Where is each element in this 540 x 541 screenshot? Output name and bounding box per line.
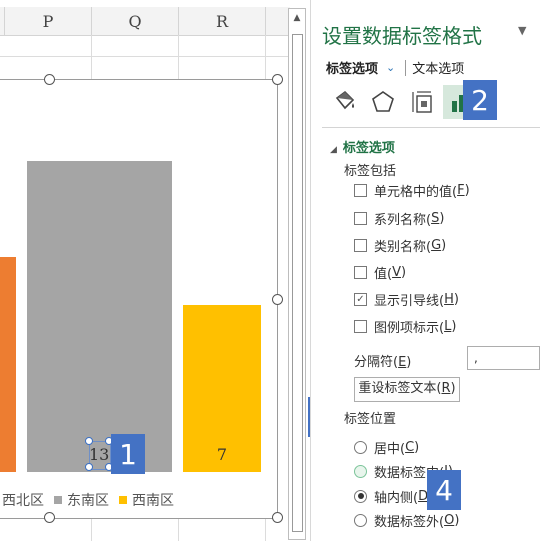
row-gridline xyxy=(0,56,290,57)
reset-label-text-button[interactable]: 重设标签文本(R) xyxy=(354,377,460,402)
checkbox-option[interactable]: 值(V) xyxy=(354,262,406,282)
chart-legend[interactable]: 西北区 东南区 西南区 xyxy=(0,490,174,510)
checkbox-option[interactable]: ✓ 显示引导线(H) xyxy=(354,289,459,309)
checkbox-icon[interactable] xyxy=(354,183,367,197)
effects-pentagon-icon[interactable] xyxy=(365,85,401,119)
checkbox-option[interactable]: 类别名称(G) xyxy=(354,235,446,255)
column-header-r[interactable]: R xyxy=(179,7,266,36)
tab-text-options[interactable]: 文本选项 xyxy=(412,58,464,77)
column-header-s[interactable] xyxy=(266,7,290,36)
label-contains-heading: 标签包括 xyxy=(344,164,397,179)
column-header-q[interactable]: Q xyxy=(92,7,179,36)
column-header-p[interactable]: P xyxy=(5,7,92,36)
chevron-down-icon[interactable]: ⌄ xyxy=(386,61,395,74)
checkbox-option[interactable]: 单元格中的值(F) xyxy=(354,180,470,200)
chart-resize-handle[interactable] xyxy=(272,74,283,85)
radio-option[interactable]: 轴内侧(D) xyxy=(354,486,433,506)
checkbox-label: 图例项标示( xyxy=(374,320,445,336)
label-position-heading: 标签位置 xyxy=(344,412,397,427)
radio-icon[interactable] xyxy=(354,464,367,478)
bar-northwest[interactable] xyxy=(0,257,16,472)
radio-selected-icon[interactable] xyxy=(354,489,367,503)
radio-option[interactable]: 数据标签外(O) xyxy=(354,510,459,530)
data-label-southwest[interactable]: 7 xyxy=(183,445,261,464)
section-header-label-options[interactable]: ◢ 标签选项 xyxy=(330,137,395,156)
separator-label: 分隔符(E) xyxy=(354,355,412,370)
pane-tabs: 标签选项 ⌄ 文本选项 xyxy=(326,58,464,77)
format-data-labels-pane xyxy=(310,0,540,541)
tab-label-options[interactable]: 标签选项 xyxy=(326,58,378,77)
radio-label: 数据标签外( xyxy=(374,514,445,530)
legend-item-northwest: 西北区 xyxy=(2,493,44,509)
checkbox-option[interactable]: 系列名称(S) xyxy=(354,208,444,228)
radio-icon[interactable] xyxy=(354,513,367,527)
data-label-southeast[interactable]: 13 xyxy=(89,445,109,464)
tab-divider xyxy=(405,59,407,76)
checkbox-icon[interactable] xyxy=(354,319,367,333)
radio-label: 轴内侧( xyxy=(374,490,419,506)
pane-icon-bar xyxy=(326,84,482,120)
pane-title: 设置数据标签格式 xyxy=(322,24,482,48)
vertical-scrollbar[interactable]: ▲ xyxy=(288,8,306,540)
pane-divider xyxy=(322,127,540,128)
collapse-triangle-icon[interactable]: ◢ xyxy=(330,145,337,155)
chart-resize-handle[interactable] xyxy=(272,512,283,523)
pane-menu-chevron-icon[interactable]: ▼ xyxy=(518,24,526,37)
checkbox-option[interactable]: 图例项标示(L) xyxy=(354,316,456,336)
fill-line-icon[interactable] xyxy=(326,85,362,119)
chart-resize-handle[interactable] xyxy=(44,74,55,85)
size-properties-icon[interactable] xyxy=(404,85,440,119)
checkbox-label: 类别名称( xyxy=(374,239,432,255)
radio-label: 居中( xyxy=(374,441,406,457)
checkbox-label: 值( xyxy=(374,266,393,282)
callout-badge-2: 2 xyxy=(463,80,497,120)
scrollbar-thumb[interactable] xyxy=(292,34,303,532)
chart-resize-handle[interactable] xyxy=(44,512,55,523)
label-handle[interactable] xyxy=(85,437,93,445)
separator-dropdown[interactable]: , xyxy=(467,346,540,370)
checkbox-label: 单元格中的值( xyxy=(374,184,458,200)
radio-icon[interactable] xyxy=(354,440,367,454)
legend-item-southwest: 西南区 xyxy=(132,493,174,509)
checkbox-icon[interactable] xyxy=(354,265,367,279)
legend-swatch-southwest xyxy=(119,496,127,504)
section-title: 标签选项 xyxy=(342,141,395,156)
checkbox-label: 显示引导线( xyxy=(374,293,445,309)
checkbox-checked-icon[interactable]: ✓ xyxy=(354,292,367,306)
checkbox-icon[interactable] xyxy=(354,211,367,225)
legend-swatch-southeast xyxy=(54,496,62,504)
checkbox-label: 系列名称( xyxy=(374,212,432,228)
callout-badge-4: 4 xyxy=(427,470,461,510)
scroll-up-arrow-icon[interactable]: ▲ xyxy=(289,11,305,25)
radio-option[interactable]: 居中(C) xyxy=(354,437,419,457)
callout-badge-1: 1 xyxy=(111,434,145,474)
chart-resize-handle[interactable] xyxy=(272,294,283,305)
checkbox-icon[interactable] xyxy=(354,238,367,252)
label-handle[interactable] xyxy=(85,463,93,471)
legend-item-southeast: 东南区 xyxy=(67,493,109,509)
bar-southeast[interactable] xyxy=(27,161,172,472)
